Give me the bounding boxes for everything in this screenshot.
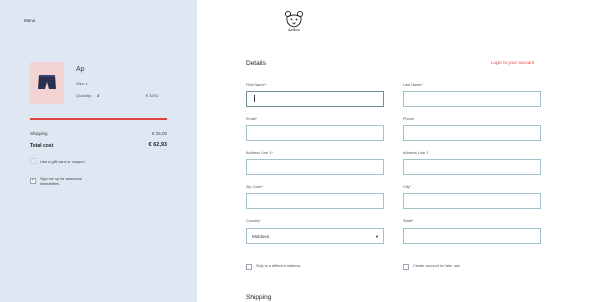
address-line-2-label: Address Line 2 [403, 151, 429, 155]
email-input[interactable] [246, 125, 384, 141]
address-line-1-input[interactable] [246, 159, 384, 175]
last-name-label: Last Name* [403, 83, 423, 87]
phone-label: Phone [403, 117, 414, 121]
order-summary-sidebar: Menu Ap Size: L Quantity: 2 € 3293 Shipp… [0, 0, 197, 302]
shipping-heading: Shipping [246, 294, 272, 301]
details-heading: Details [246, 60, 266, 67]
product-price: € 3293 [145, 93, 158, 98]
total-label: Total cost [30, 143, 54, 149]
shipping-value: € 25,00 [151, 131, 167, 136]
newsletter-checkbox[interactable] [30, 177, 36, 184]
state-label: State* [403, 219, 414, 223]
state-input[interactable] [403, 228, 541, 244]
city-label: City* [403, 185, 412, 189]
email-label: Email* [246, 117, 257, 121]
last-name-input[interactable] [403, 91, 541, 107]
progress-track [30, 118, 167, 120]
quantity-label: Quantity: [76, 93, 93, 98]
address-line-1-label: Address Line 1* [246, 151, 273, 155]
total-value: € 62,93 [148, 142, 167, 148]
logo-text: Ardon [288, 27, 300, 32]
first-name-label: First Name* [246, 83, 267, 87]
chevron-down-icon: ▼ [375, 234, 379, 239]
zip-code-label: Zip Code* [246, 185, 263, 189]
newsletter-label[interactable]: Sign me up for awesome newsletters [40, 177, 100, 186]
product-thumbnail [30, 62, 64, 104]
product-size: Size: L [76, 81, 89, 86]
create-account-checkbox[interactable] [403, 264, 409, 270]
login-link[interactable]: Login to your account [491, 60, 534, 65]
city-input[interactable] [403, 193, 541, 209]
progress-fill [30, 118, 167, 120]
shipping-label: Shipping [30, 131, 48, 136]
menu-link[interactable]: Menu [24, 18, 35, 23]
gift-card-checkbox[interactable] [30, 158, 36, 164]
first-name-input[interactable] [246, 91, 384, 107]
quantity-value[interactable]: 2 [97, 93, 99, 98]
country-select[interactable]: Moldova ▼ [246, 228, 384, 244]
gift-card-label[interactable]: Use a gift card or coupon [40, 159, 85, 164]
country-label: Country* [246, 219, 261, 223]
phone-input[interactable] [403, 125, 541, 141]
country-selected-value: Moldova [252, 234, 270, 239]
address-line-2-input[interactable] [403, 159, 541, 175]
ship-different-checkbox[interactable] [246, 264, 252, 270]
ship-different-label[interactable]: Ship to a different address [256, 264, 300, 268]
boxer-shorts-icon [38, 75, 56, 89]
text-cursor [254, 95, 255, 102]
create-account-label[interactable]: Create account for later use [413, 264, 460, 268]
zip-code-input[interactable] [246, 193, 384, 209]
product-name: Ap [76, 66, 85, 73]
